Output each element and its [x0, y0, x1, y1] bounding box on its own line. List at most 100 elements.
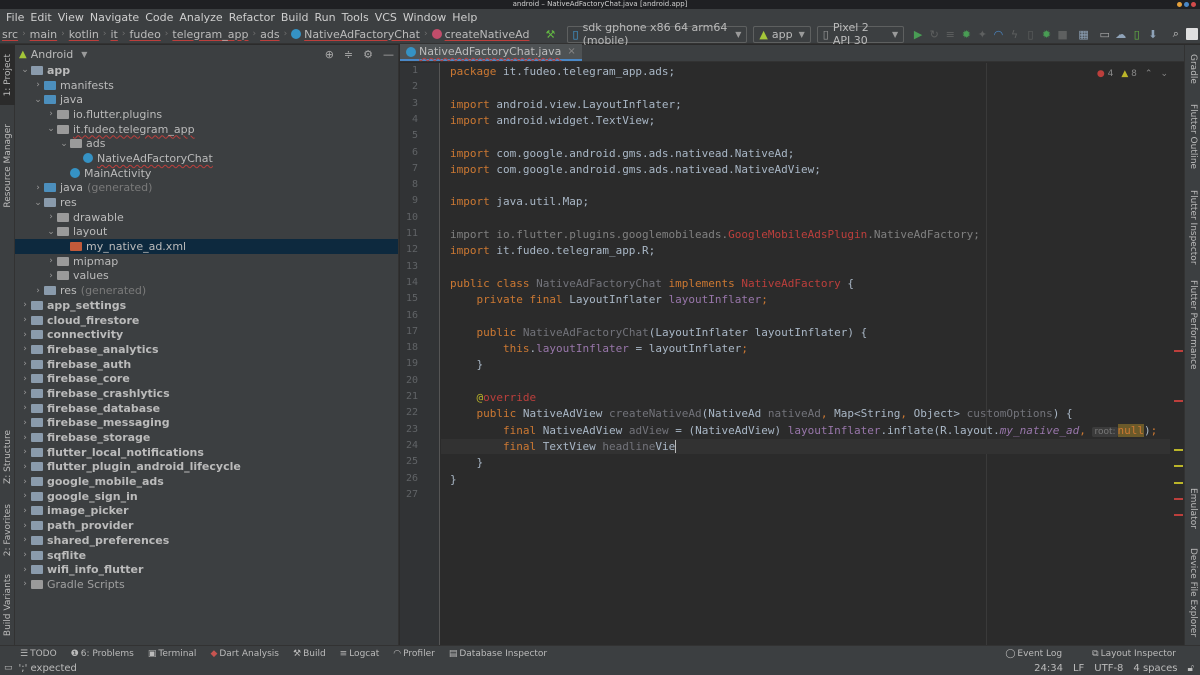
warning-marker[interactable]	[1174, 449, 1183, 452]
menu-tools[interactable]: Tools	[339, 11, 372, 24]
tool-window-6-problems[interactable]: ❶ 6: Problems	[71, 649, 134, 659]
project-structure-icon[interactable]: ▦	[1077, 26, 1091, 42]
project-view-selector[interactable]: Android	[31, 48, 74, 61]
tool-tab-project[interactable]: 1: Project	[0, 45, 15, 105]
menu-navigate[interactable]: Navigate	[87, 11, 142, 24]
tree-item[interactable]: › java (generated)	[15, 181, 398, 196]
chevron-right-icon[interactable]: ›	[19, 506, 31, 516]
menu-window[interactable]: Window	[400, 11, 449, 24]
chevron-right-icon[interactable]: ›	[32, 286, 44, 296]
tool-window-event-log[interactable]: ◯ Event Log	[1005, 649, 1062, 659]
code-line[interactable]: @override	[450, 390, 537, 405]
lock-icon[interactable]: 🔓︎	[1188, 663, 1194, 674]
tree-item[interactable]: › res (generated)	[15, 283, 398, 298]
terminal-window-icon[interactable]: ▭	[1098, 26, 1112, 42]
tree-item[interactable]: ⌄ layout	[15, 225, 398, 240]
device-manager-icon[interactable]: ⬇	[1146, 26, 1160, 42]
menu-refactor[interactable]: Refactor	[226, 11, 278, 24]
menu-run[interactable]: Run	[312, 11, 339, 24]
tree-item[interactable]: › firebase_storage	[15, 430, 398, 445]
code-line[interactable]: }	[450, 357, 483, 372]
tree-item[interactable]: › path_provider	[15, 518, 398, 533]
tree-item[interactable]: › firebase_core	[15, 371, 398, 386]
tree-item[interactable]: › sqflite	[15, 548, 398, 563]
chevron-right-icon[interactable]: ›	[19, 403, 31, 413]
code-line[interactable]: public NativeAdFactoryChat(LayoutInflate…	[450, 325, 868, 340]
avd-selector[interactable]: ▯ Pixel 2 API 30 ▼	[816, 21, 905, 47]
breadcrumb-item[interactable]: it	[110, 28, 117, 41]
chevron-right-icon[interactable]: ›	[19, 521, 31, 531]
chevron-down-icon[interactable]: ⌄	[32, 95, 44, 105]
avd-manager-icon[interactable]: ▯	[1130, 26, 1144, 42]
tool-tab-resource-manager[interactable]: Resource Manager	[0, 111, 15, 221]
tool-window-profiler[interactable]: ◠ Profiler	[393, 649, 435, 659]
chevron-right-icon[interactable]: ›	[45, 256, 57, 266]
hammer-icon[interactable]: ⚒	[543, 26, 557, 42]
chevron-right-icon[interactable]: ›	[32, 80, 44, 90]
close-icon[interactable]: ×	[567, 46, 575, 57]
tree-item[interactable]: ⌄ app	[15, 63, 398, 78]
tree-item[interactable]: › io.flutter.plugins	[15, 107, 398, 122]
code-line[interactable]: private final LayoutInflater layoutInfla…	[450, 292, 768, 307]
tool-window-database-inspector[interactable]: ▤ Database Inspector	[449, 649, 547, 659]
chevron-right-icon[interactable]: ›	[45, 212, 57, 222]
sdk-manager-icon[interactable]: ☁	[1114, 26, 1128, 42]
code-line[interactable]: import java.util.Map;	[450, 194, 589, 209]
menu-vcs[interactable]: VCS	[372, 11, 400, 24]
indent-setting[interactable]: 4 spaces	[1133, 663, 1177, 674]
tool-tab-build-variants[interactable]: Build Variants	[0, 570, 15, 640]
attach-process-icon[interactable]: ✹	[1040, 26, 1054, 42]
tree-item[interactable]: › mipmap	[15, 254, 398, 269]
chevron-down-icon[interactable]: ⌄	[32, 198, 44, 208]
tree-item[interactable]: MainActivity	[15, 166, 398, 181]
code-line[interactable]: import android.widget.TextView;	[450, 113, 655, 128]
tree-item[interactable]: › flutter_local_notifications	[15, 445, 398, 460]
code-line[interactable]: import it.fudeo.telegram_app.R;	[450, 243, 655, 258]
apply-changes-icon[interactable]: ↻	[927, 26, 941, 42]
hide-panel-icon[interactable]: —	[383, 48, 394, 61]
error-stripe[interactable]	[1172, 63, 1184, 645]
chevron-right-icon[interactable]: ›	[19, 462, 31, 472]
chevron-right-icon[interactable]: ›	[19, 388, 31, 398]
next-highlight-icon[interactable]: ⌄	[1160, 69, 1168, 79]
tree-item[interactable]: › google_mobile_ads	[15, 474, 398, 489]
code-line[interactable]: final TextView headlineVie	[450, 439, 677, 454]
tool-tab-flutter-inspector[interactable]: Flutter Inspector	[1185, 187, 1200, 267]
tree-item[interactable]: › shared_preferences	[15, 533, 398, 548]
chevron-down-icon[interactable]: ⌄	[45, 227, 57, 237]
chevron-right-icon[interactable]: ›	[19, 579, 31, 589]
tree-item[interactable]: ⌄ it.fudeo.telegram_app	[15, 122, 398, 137]
tree-item[interactable]: › cloud_firestore	[15, 313, 398, 328]
error-marker[interactable]	[1174, 514, 1183, 517]
warning-marker[interactable]	[1174, 465, 1183, 468]
device-icon[interactable]: ▯	[1023, 26, 1037, 42]
chevron-right-icon[interactable]: ›	[19, 374, 31, 384]
tool-window-terminal[interactable]: ▣ Terminal	[148, 649, 197, 659]
tree-item[interactable]: › firebase_auth	[15, 357, 398, 372]
tree-item[interactable]: NativeAdFactoryChat	[15, 151, 398, 166]
menu-help[interactable]: Help	[449, 11, 480, 24]
tree-item[interactable]: › flutter_plugin_android_lifecycle	[15, 460, 398, 475]
tree-item[interactable]: › firebase_crashlytics	[15, 386, 398, 401]
search-icon[interactable]: ⌕	[1169, 26, 1183, 42]
chevron-right-icon[interactable]: ›	[19, 491, 31, 501]
tree-item[interactable]: › connectivity	[15, 327, 398, 342]
breadcrumb-item[interactable]: NativeAdFactoryChat	[291, 28, 420, 41]
tree-item[interactable]: › firebase_database	[15, 401, 398, 416]
file-encoding[interactable]: UTF-8	[1094, 663, 1123, 674]
tool-tab-device-file-explorer[interactable]: Device File Explorer	[1185, 545, 1200, 640]
run-config-selector[interactable]: ▲ app ▼	[753, 25, 811, 43]
caret-position[interactable]: 24:34	[1034, 663, 1063, 674]
tool-tab-emulator[interactable]: Emulator	[1185, 483, 1200, 533]
tree-item[interactable]: › Gradle Scripts	[15, 577, 398, 592]
tool-tab-flutter-outline[interactable]: Flutter Outline	[1185, 97, 1200, 177]
minimize-button[interactable]	[1177, 2, 1182, 7]
collapse-all-icon[interactable]: ≑	[344, 48, 353, 61]
chevron-right-icon[interactable]: ›	[19, 300, 31, 310]
chevron-down-icon[interactable]: ⌄	[19, 65, 31, 75]
tree-item[interactable]: my_native_ad.xml	[15, 239, 398, 254]
warning-marker[interactable]	[1174, 481, 1183, 484]
tool-window-build[interactable]: ⚒ Build	[293, 649, 326, 659]
tool-window-layout-inspector[interactable]: ⧉ Layout Inspector	[1092, 649, 1176, 659]
tree-item[interactable]: › firebase_messaging	[15, 416, 398, 431]
